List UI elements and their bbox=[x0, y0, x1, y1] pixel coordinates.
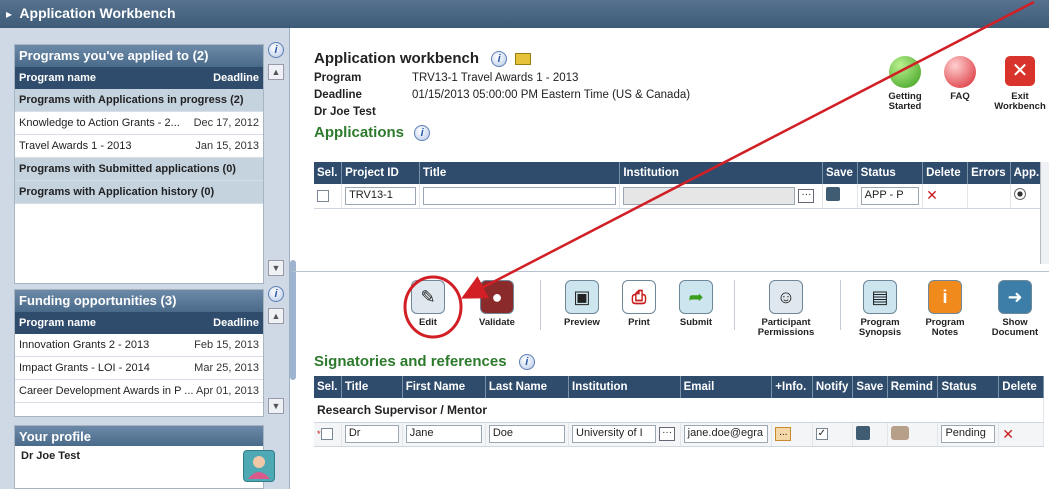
annotation-overlay bbox=[403, 0, 1035, 339]
annotation-circle bbox=[403, 275, 463, 339]
annotation-arrow bbox=[461, 0, 1035, 299]
